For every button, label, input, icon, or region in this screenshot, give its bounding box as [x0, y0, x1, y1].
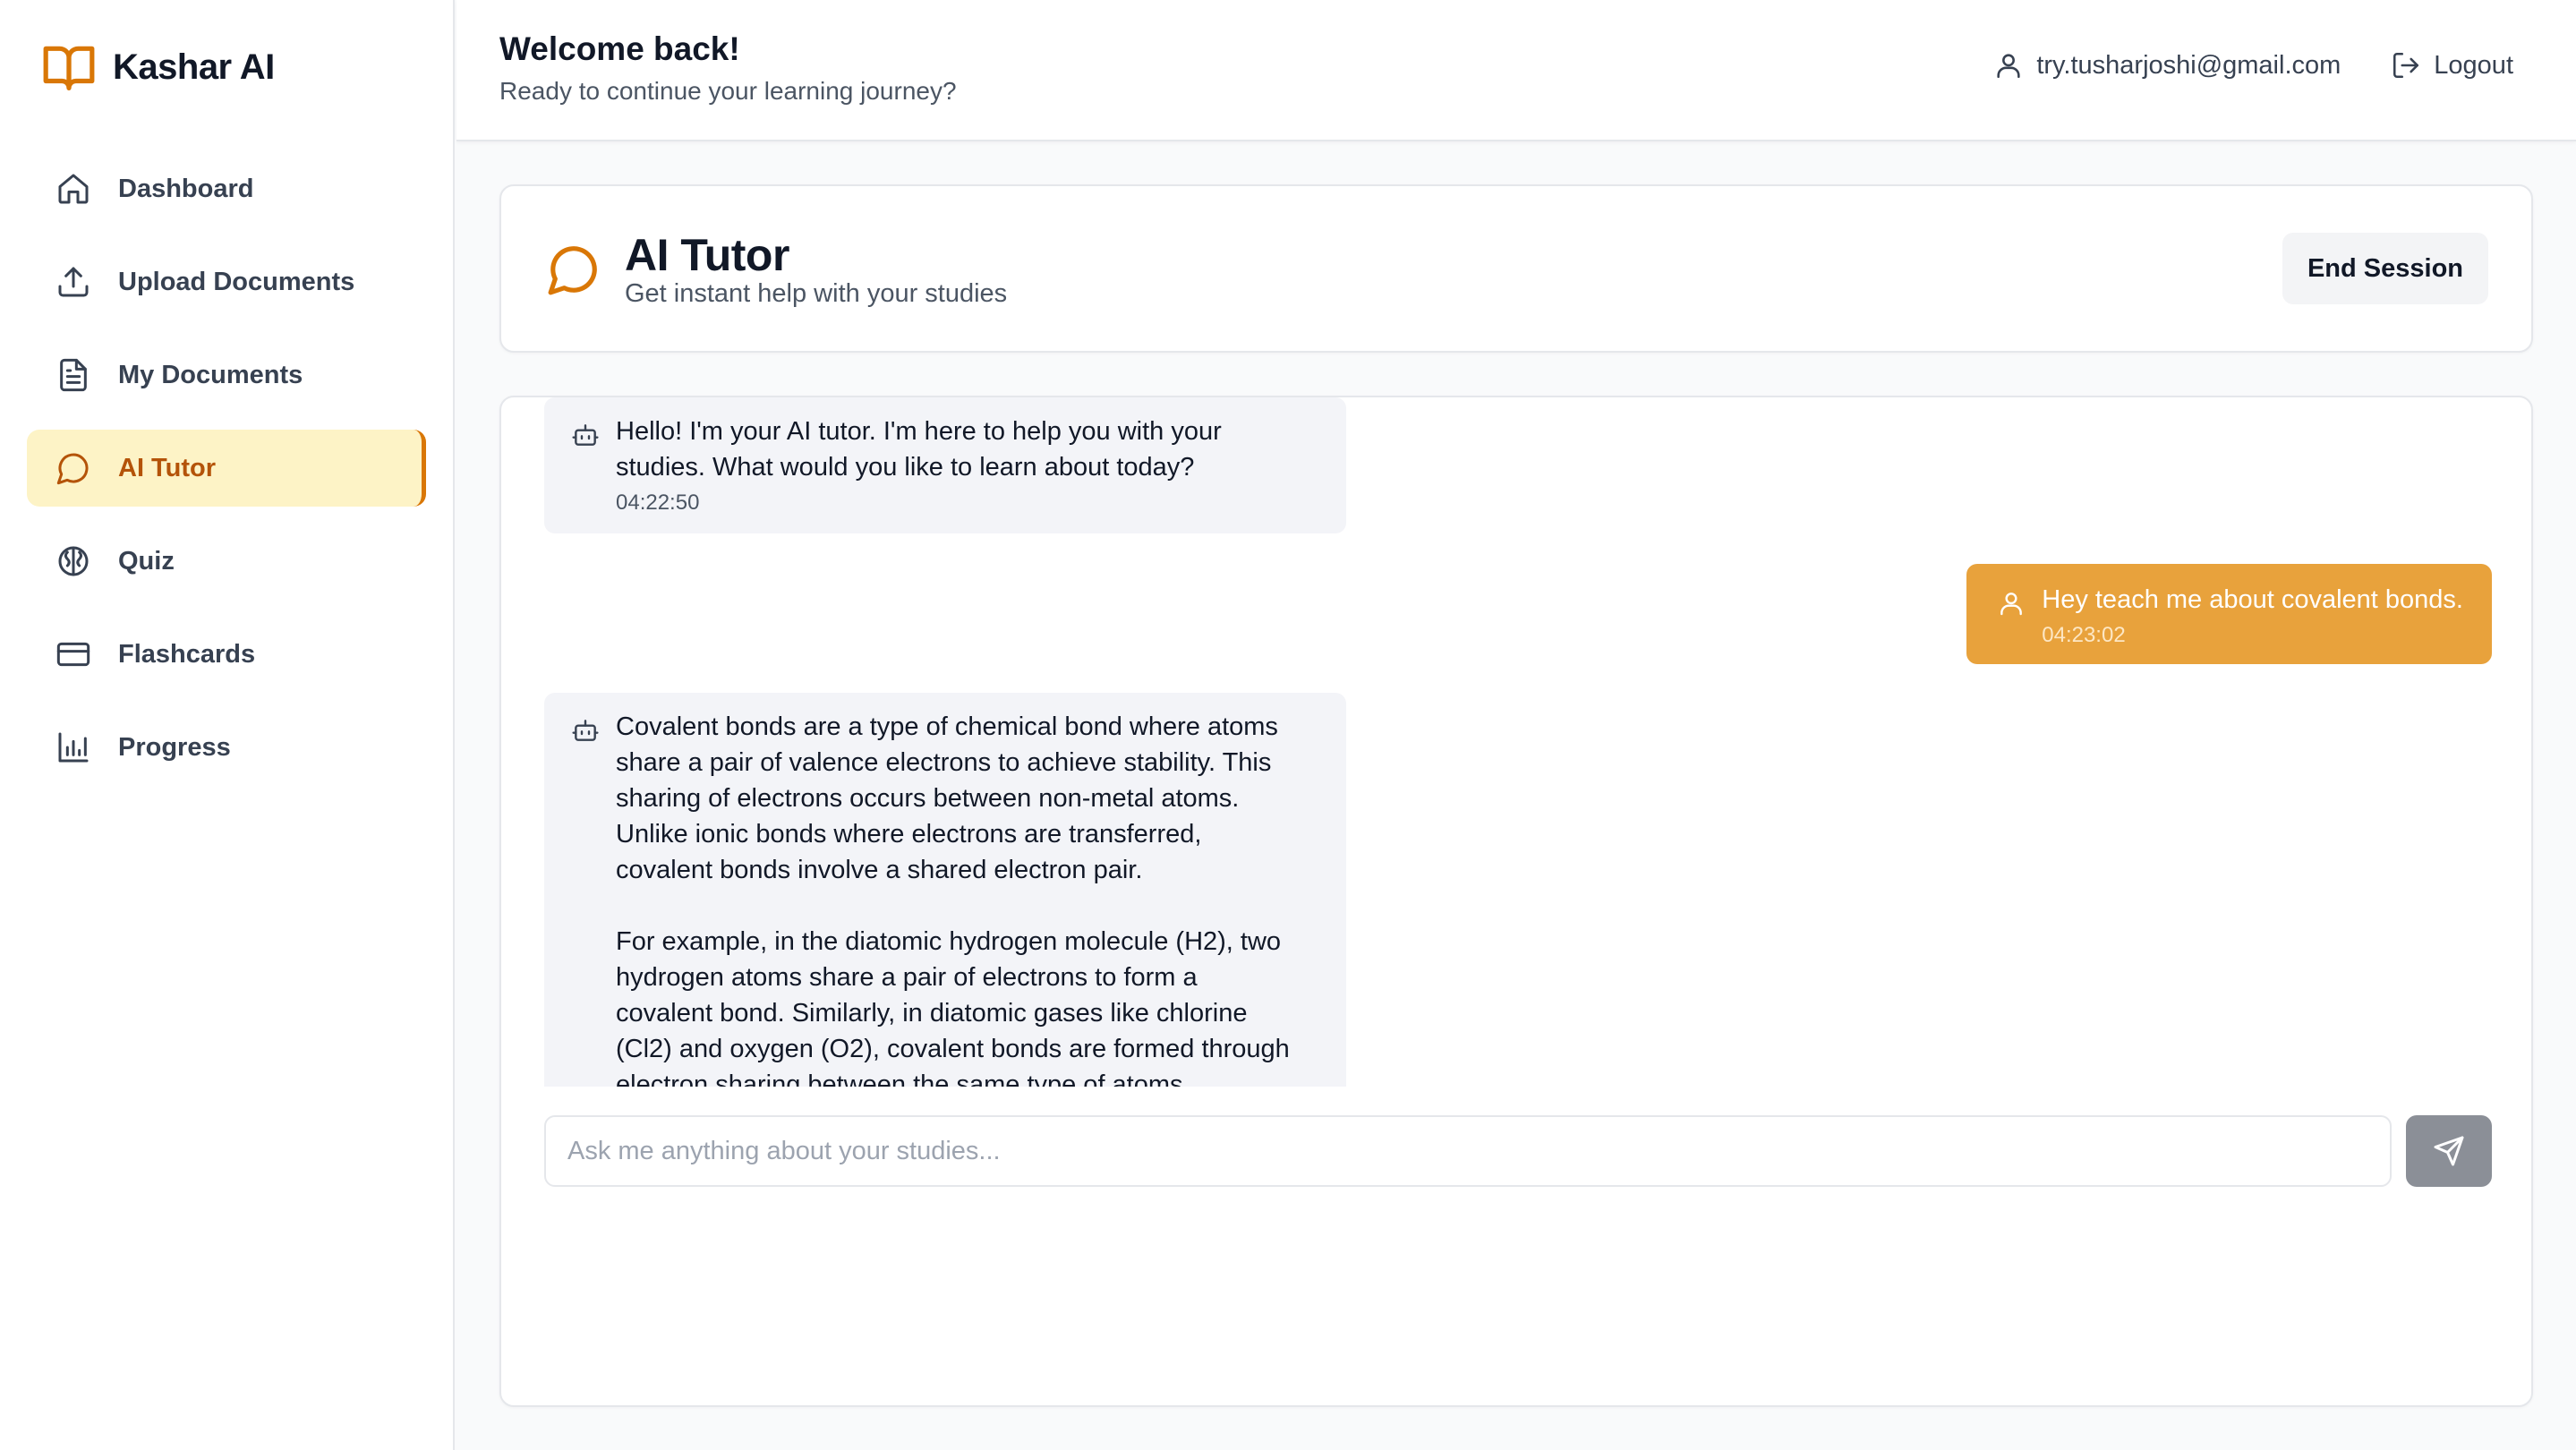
sidebar-item-label: Flashcards — [118, 639, 256, 669]
page-title: AI Tutor — [625, 230, 789, 280]
message-timestamp: 04:22:50 — [616, 490, 700, 515]
sidebar-item-label: Upload Documents — [118, 267, 355, 296]
user-icon — [1997, 54, 2020, 79]
page-subtitle: Get instant help with your studies — [625, 279, 1008, 308]
sidebar-item-label: Progress — [118, 732, 231, 762]
bot-icon — [572, 720, 599, 741]
sidebar-item-label: Quiz — [118, 546, 175, 576]
app-name: Kashar AI — [113, 47, 275, 87]
sidebar-item-label: My Documents — [118, 360, 303, 389]
sidebar-item-progress[interactable]: Progress — [27, 709, 426, 786]
document-icon — [60, 358, 87, 392]
send-button[interactable] — [2406, 1115, 2492, 1187]
logout-button[interactable]: Logout — [2391, 50, 2513, 81]
upload-icon — [58, 267, 89, 297]
message-text: Hello! I'm your AI tutor. I'm here to he… — [616, 417, 1222, 482]
sidebar-item-my-documents[interactable]: My Documents — [27, 337, 426, 414]
user-area: try.tusharjoshi@gmail.com Logout — [1993, 50, 2513, 81]
welcome-subtitle: Ready to continue your learning journey? — [499, 77, 957, 105]
chat-bubble-icon — [56, 453, 89, 485]
sidebar-item-label: AI Tutor — [118, 453, 216, 482]
bot-icon — [572, 424, 599, 446]
message-text: Covalent bonds are a type of chemical bo… — [616, 712, 1290, 1087]
end-session-button[interactable]: End Session — [2282, 233, 2488, 304]
sidebar-item-flashcards[interactable]: Flashcards — [27, 616, 426, 693]
user-icon — [2000, 593, 2023, 616]
message-timestamp: 04:23:02 — [2042, 623, 2126, 647]
message-list[interactable]: Hello! I'm your AI tutor. I'm here to he… — [544, 397, 2492, 1087]
message-text: Hey teach me about covalent bonds. — [2042, 585, 2463, 614]
card-icon — [56, 642, 90, 667]
bot-message: Covalent bonds are a type of chemical bo… — [544, 693, 1346, 1087]
welcome-title: Welcome back! — [499, 30, 740, 67]
sidebar-item-ai-tutor[interactable]: AI Tutor — [27, 430, 426, 507]
brand[interactable]: Kashar AI — [41, 39, 275, 95]
brain-icon — [58, 546, 89, 576]
composer — [544, 1115, 2492, 1187]
logout-icon — [2393, 52, 2419, 79]
sidebar-item-label: Dashboard — [118, 174, 254, 203]
sidebar-nav: Dashboard Upload Documents My Documents … — [27, 150, 426, 802]
bot-message: Hello! I'm your AI tutor. I'm here to he… — [544, 397, 1346, 533]
chat-input[interactable] — [544, 1115, 2392, 1187]
send-icon — [2434, 1136, 2464, 1166]
chat-panel: Hello! I'm your AI tutor. I'm here to he… — [499, 396, 2533, 1407]
sidebar-item-quiz[interactable]: Quiz — [27, 523, 426, 600]
user-message: Hey teach me about covalent bonds. 04:23… — [1966, 564, 2492, 664]
logout-label: Logout — [2434, 50, 2513, 80]
home-icon — [58, 174, 89, 204]
bar-chart-icon — [58, 732, 89, 763]
sidebar-item-dashboard[interactable]: Dashboard — [27, 150, 426, 227]
chat-bubble-icon — [548, 246, 597, 295]
sidebar-item-upload-documents[interactable]: Upload Documents — [27, 243, 426, 320]
user-email: try.tusharjoshi@gmail.com — [2036, 50, 2341, 80]
open-book-icon — [43, 46, 95, 90]
sidebar: Kashar AI Dashboard Upload Documents My … — [0, 0, 455, 1450]
top-bar: Welcome back! Ready to continue your lea… — [456, 0, 2576, 141]
tutor-header-card: AI Tutor Get instant help with your stud… — [499, 184, 2533, 353]
